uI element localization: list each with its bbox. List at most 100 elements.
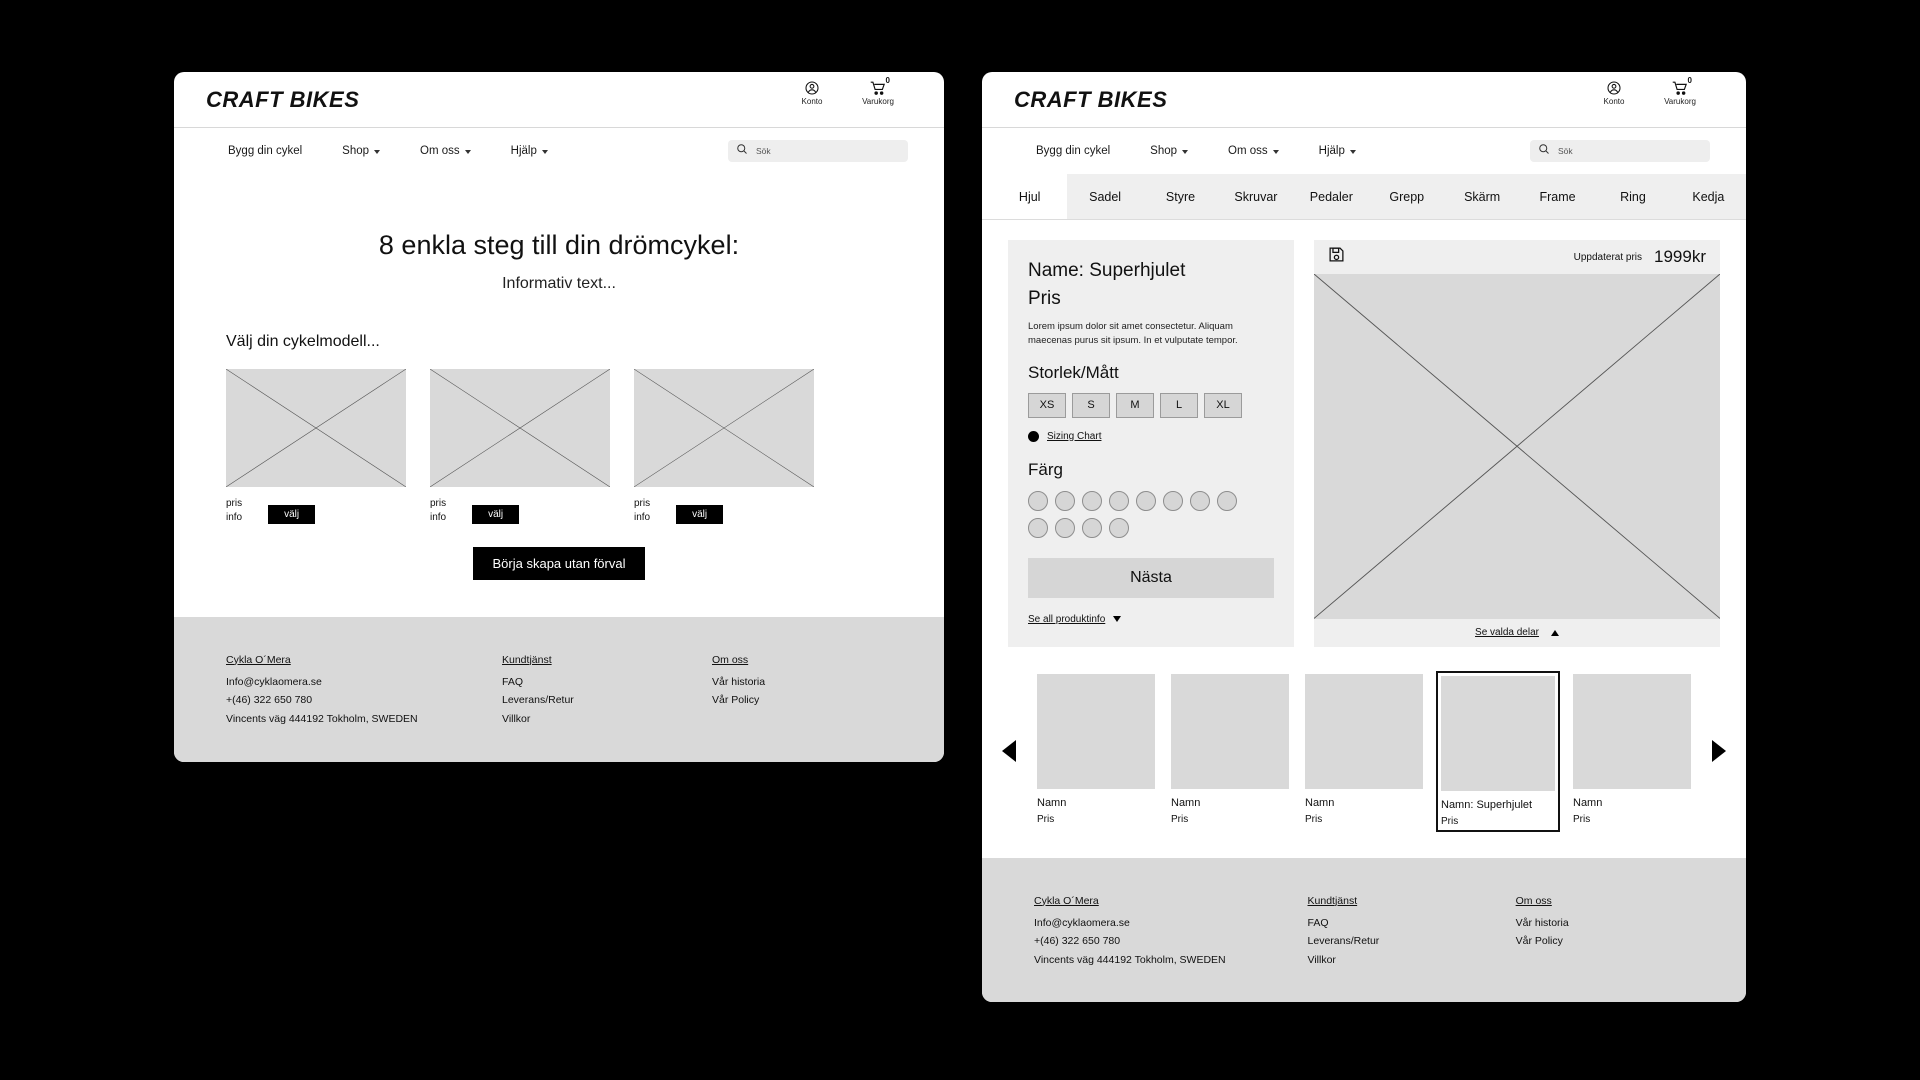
nav-item-bygg-din-cykel[interactable]: Bygg din cykel — [1036, 145, 1110, 157]
carousel-prev-arrow-icon[interactable] — [1002, 740, 1016, 762]
account-button[interactable]: Konto — [1592, 80, 1636, 106]
footer-link-policy[interactable]: Vår Policy — [712, 691, 892, 709]
nav-label: Bygg din cykel — [1036, 145, 1111, 157]
select-model-button[interactable]: välj — [268, 505, 316, 524]
chevron-down-icon — [1272, 150, 1279, 154]
footer-email[interactable]: Info@cyklaomera.se — [1034, 914, 1308, 932]
color-swatch[interactable] — [1190, 490, 1210, 511]
updated-price-value: 1999kr — [1654, 247, 1706, 266]
footer-link-villkor[interactable]: Villkor — [502, 710, 712, 728]
size-option-l[interactable]: L — [1160, 392, 1198, 418]
color-swatch[interactable] — [1136, 490, 1156, 511]
nav-item-hjalp[interactable]: Hjälp — [1319, 145, 1356, 157]
start-without-preset-button[interactable]: Börja skapa utan förval — [472, 547, 646, 580]
size-option-xs[interactable]: XS — [1028, 392, 1066, 418]
size-option-xl[interactable]: XL — [1204, 392, 1242, 418]
size-option-m[interactable]: M — [1116, 392, 1154, 418]
color-swatch[interactable] — [1082, 517, 1102, 538]
footer-address: Vincents väg 444192 Tokholm, SWEDEN — [1034, 953, 1226, 966]
carousel-item[interactable]: Namn Pris — [1570, 671, 1694, 832]
chevron-down-icon — [541, 150, 548, 154]
footer-link-historia[interactable]: Vår historia — [712, 673, 892, 691]
carousel-image-placeholder — [1171, 673, 1289, 789]
nav-item-om-oss[interactable]: Om oss — [420, 145, 471, 157]
carousel-next-arrow-icon[interactable] — [1712, 740, 1726, 762]
carousel-item-price: Pris — [1573, 813, 1591, 825]
select-model-button[interactable]: välj — [472, 505, 520, 524]
nav-item-shop[interactable]: Shop — [1150, 145, 1189, 157]
sizing-chart-link[interactable]: Sizing Chart — [1047, 431, 1101, 442]
color-swatch[interactable] — [1028, 517, 1048, 538]
footer-link-faq[interactable]: FAQ — [1308, 914, 1516, 932]
screenshot-stage: CRAFT BIKES Konto 0 Varukorg Bygg din cy… — [0, 0, 1920, 1080]
cart-button[interactable]: 0 Varukorg — [856, 76, 900, 106]
product-name: Name: Superhjulet — [1028, 260, 1186, 281]
footer-email[interactable]: Info@cyklaomera.se — [226, 673, 502, 691]
nav-label: Shop — [1150, 145, 1178, 157]
color-swatch[interactable] — [1109, 517, 1129, 538]
footer-link-villkor[interactable]: Villkor — [1308, 951, 1516, 969]
nav-item-shop[interactable]: Shop — [342, 145, 381, 157]
footer-phone: +(46) 322 650 780 — [226, 694, 313, 707]
model-card[interactable]: pris info välj — [430, 369, 610, 525]
carousel-item[interactable]: Namn Pris — [1302, 671, 1426, 832]
next-button[interactable]: Nästa — [1028, 557, 1274, 598]
footer-phone: +(46) 322 650 780 — [1034, 935, 1121, 948]
footer-link-historia[interactable]: Vår historia — [1516, 914, 1694, 932]
chevron-down-icon — [1349, 150, 1356, 154]
color-swatch[interactable] — [1163, 490, 1183, 511]
tab-kedja[interactable]: Kedja — [1670, 174, 1746, 219]
selected-parts-toggle[interactable]: Se valda delar — [1314, 618, 1720, 647]
cart-button[interactable]: 0 Varukorg — [1658, 76, 1702, 106]
tab-styre[interactable]: Styre — [1142, 174, 1219, 219]
tab-grepp[interactable]: Grepp — [1369, 174, 1445, 219]
carousel-item[interactable]: Namn Pris — [1034, 671, 1158, 832]
footer-link-policy[interactable]: Vår Policy — [1516, 932, 1694, 950]
product-description: Lorem ipsum dolor sit amet consectetur. … — [1028, 321, 1238, 347]
carousel-image-placeholder — [1305, 673, 1423, 789]
carousel-item-name: Namn — [1305, 796, 1335, 809]
color-swatch[interactable] — [1028, 490, 1048, 511]
account-button[interactable]: Konto — [790, 80, 834, 106]
tab-frame[interactable]: Frame — [1519, 174, 1596, 219]
selected-parts-label: Se valda delar — [1475, 627, 1539, 638]
carousel-item-price: Pris — [1305, 813, 1323, 825]
color-swatch[interactable] — [1109, 490, 1129, 511]
tab-pedaler[interactable]: Pedaler — [1293, 174, 1370, 219]
select-model-button[interactable]: välj — [676, 505, 724, 524]
size-option-s[interactable]: S — [1072, 392, 1110, 418]
nav-item-om-oss[interactable]: Om oss — [1228, 145, 1279, 157]
model-meta: pris info — [430, 497, 446, 525]
footer-link-leverans[interactable]: Leverans/Retur — [502, 691, 712, 709]
carousel-image-placeholder — [1037, 673, 1155, 789]
header-icon-group: Konto 0 Varukorg — [790, 76, 900, 106]
product-info-toggle[interactable]: Se all produktinfo — [1028, 614, 1274, 625]
footer-link-leverans[interactable]: Leverans/Retur — [1308, 932, 1516, 950]
tab-hjul[interactable]: Hjul — [992, 174, 1068, 219]
tab-sadel[interactable]: Sadel — [1067, 174, 1143, 219]
footer: Cykla O´Mera Info@cyklaomera.se +(46) 32… — [174, 616, 944, 762]
nav-item-bygg-din-cykel[interactable]: Bygg din cykel — [228, 145, 302, 157]
search-input[interactable]: Sök — [728, 140, 908, 162]
cart-icon: 0 — [1671, 76, 1692, 96]
color-swatch[interactable] — [1217, 490, 1237, 511]
tab-skruvar[interactable]: Skruvar — [1218, 174, 1294, 219]
color-swatch[interactable] — [1055, 490, 1075, 511]
tab-skarm[interactable]: Skärm — [1444, 174, 1520, 219]
carousel-item-selected[interactable]: Namn: Superhjulet Pris — [1436, 670, 1560, 832]
color-swatch[interactable] — [1082, 490, 1102, 511]
model-card[interactable]: pris info välj — [226, 369, 406, 525]
color-swatch[interactable] — [1055, 517, 1075, 538]
product-carousel: Namn Pris Namn Pris Namn Pris Namn: Supe… — [982, 647, 1746, 832]
bike-preview-placeholder — [1314, 274, 1720, 619]
model-card[interactable]: pris info välj — [634, 369, 814, 525]
footer-link-faq[interactable]: FAQ — [502, 673, 712, 691]
carousel-item-name: Namn — [1037, 796, 1067, 809]
brand-header: CRAFT BIKES Konto 0 Varukorg — [174, 72, 944, 128]
floppy-disk-icon[interactable] — [1328, 246, 1345, 268]
nav-item-hjalp[interactable]: Hjälp — [511, 145, 548, 157]
account-label: Konto — [1603, 97, 1625, 106]
carousel-item[interactable]: Namn Pris — [1168, 671, 1292, 832]
tab-ring[interactable]: Ring — [1595, 174, 1671, 219]
search-input[interactable]: Sök — [1530, 140, 1710, 162]
